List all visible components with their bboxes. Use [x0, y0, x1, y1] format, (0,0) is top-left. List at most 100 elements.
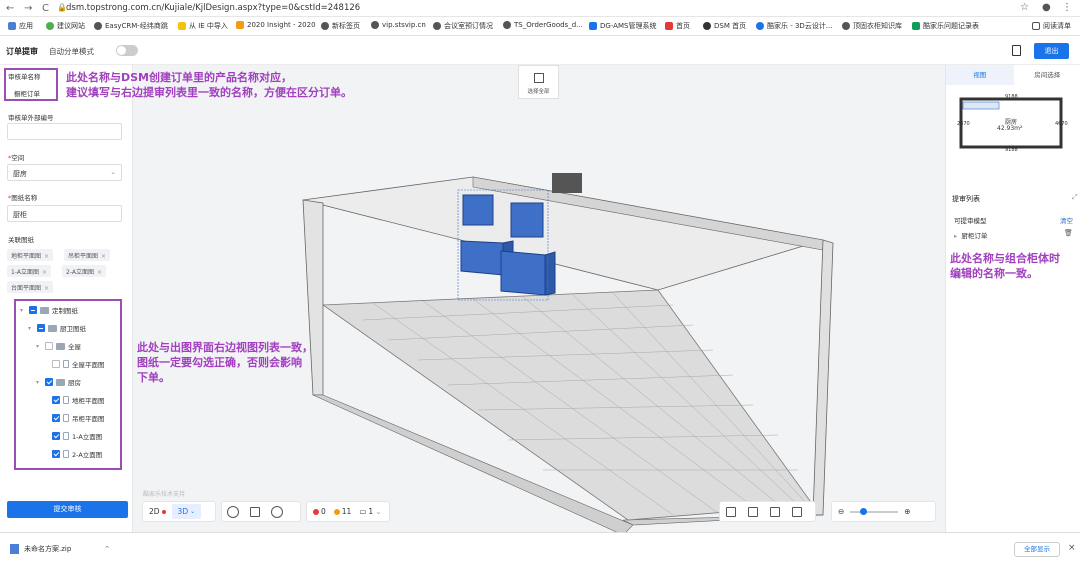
auto-split-label: 自动分单模式 — [49, 47, 94, 56]
annotation-2: 此处与出图界面右边视图列表一致， 图纸一定要勾选正确，否则会影响 下单。 — [137, 341, 313, 384]
drawing-name-input[interactable]: 厨柜 — [7, 205, 122, 222]
bookmark-apps[interactable]: 应用 — [8, 21, 33, 31]
chevron-up-icon[interactable]: ⌃ — [104, 545, 110, 553]
bookmark-item[interactable]: 会议室预订情况 — [433, 21, 493, 31]
bookmark-item[interactable]: 从 IE 中导入 — [178, 21, 228, 31]
globe-icon — [433, 22, 441, 30]
zoom-out-icon[interactable]: ⊖ — [832, 507, 850, 516]
right-tabs: 视图 房间选择 — [946, 65, 1080, 85]
dim-left: 2870 — [957, 121, 970, 127]
download-item[interactable]: 未命名方案.zip ⌃ — [10, 544, 110, 554]
tool-group — [221, 501, 301, 522]
view-2d-button[interactable]: 2D — [143, 507, 172, 516]
page-title: 订单提审 — [6, 47, 38, 56]
apps-icon — [8, 22, 16, 30]
back-icon[interactable]: ← — [6, 3, 14, 14]
bookmark-item[interactable]: 酷家乐 - 3D云设计... — [756, 21, 833, 31]
profile-icon[interactable]: ● — [1042, 2, 1051, 13]
folder-icon — [178, 22, 186, 30]
ext-id-input[interactable] — [7, 123, 122, 140]
download-bar: 未命名方案.zip ⌃ 全部显示 × — [0, 532, 1080, 563]
page-count[interactable]: ▭ 1 ⌄ — [353, 507, 387, 516]
related-drawings-label: 关联图纸 — [8, 236, 34, 244]
globe-icon — [321, 22, 329, 30]
review-list-item[interactable]: ▸ 厨柜订单 — [954, 230, 987, 240]
error-count[interactable]: 0 — [307, 507, 332, 516]
bookmark-item[interactable]: DG-AMS管理系统 — [589, 21, 656, 31]
forward-icon[interactable]: → — [24, 3, 32, 14]
review-list-sub: 可提审模型 — [954, 217, 987, 225]
show-all-button[interactable]: 全部显示 — [1014, 542, 1060, 557]
chevron-down-icon: ⌄ — [110, 168, 116, 176]
bookmark-item[interactable]: 建议网站 — [46, 21, 85, 31]
close-icon[interactable]: × — [1068, 543, 1076, 553]
bookmark-item[interactable]: 2020 Insight - 2020 — [236, 21, 316, 29]
watermark: 酷家乐技术支持 — [143, 491, 186, 498]
menu-icon[interactable]: ⋮ — [1062, 2, 1072, 13]
drawing-tag[interactable]: 台面平面图 × — [7, 281, 54, 293]
status-group: 0 11 ▭ 1 ⌄ — [306, 501, 390, 522]
globe-icon — [842, 22, 850, 30]
kitchen-3d-scene — [302, 176, 834, 532]
globe-icon — [94, 22, 102, 30]
bookmark-item[interactable]: vip.stsvip.cn — [371, 21, 426, 29]
bookmark-item[interactable]: TS_OrderGoods_d... — [503, 21, 583, 29]
star-icon[interactable]: ☆ — [1020, 2, 1029, 13]
3d-canvas[interactable]: 选择全部 酷家乐技术支持 2D 3D ⌄ 0 11 ▭ 1 ⌄ ⊖ ⊕ — [133, 65, 945, 532]
expand-icon[interactable]: ⤢ — [1072, 193, 1078, 202]
reload-icon[interactable]: C — [42, 3, 49, 14]
drawing-tag[interactable]: 地柜平面图 × — [7, 249, 54, 261]
bookmark-item[interactable]: EasyCRM-经纬商跳 — [94, 21, 168, 31]
bookmark-item[interactable]: 新标签页 — [321, 21, 360, 31]
tab-view[interactable]: 视图 — [946, 65, 1014, 85]
ext-id-label: 审核单外部编号 — [8, 114, 54, 122]
drawing-tag[interactable]: 吊柜平面图 × — [64, 249, 111, 261]
capture-icon[interactable] — [748, 506, 758, 517]
globe-icon — [503, 21, 511, 29]
snapshot-icon[interactable] — [770, 506, 780, 517]
drawing-tag[interactable]: 1-A立面图 × — [7, 265, 51, 277]
dim-bottom: 9188 — [1005, 147, 1018, 153]
review-list-title: 提审列表 — [952, 195, 980, 203]
camera-button[interactable] — [552, 173, 582, 193]
tool-icon[interactable] — [726, 506, 736, 517]
clear-button[interactable]: 清空 — [1060, 215, 1073, 225]
annotation-1: 此处名称与DSM创建订单里的产品名称对应， 建议填写与右边提审列表里一致的名称，… — [66, 71, 352, 99]
dim-right: 4670 — [1055, 121, 1068, 127]
bookmark-item[interactable]: 顶固衣柜知识库 — [842, 21, 902, 31]
layers-icon[interactable] — [250, 506, 260, 517]
home-logo-icon — [665, 22, 673, 30]
fit-view-icon[interactable] — [792, 506, 802, 517]
auto-split-toggle[interactable] — [116, 45, 138, 56]
tab-room-select[interactable]: 房间选择 — [1014, 65, 1080, 85]
warning-icon — [333, 508, 340, 515]
bookmark-item[interactable]: DSM 首页 — [703, 21, 746, 31]
browser-toolbar: ← → C 🔒 dsm.topstrong.com.cn/Kujiale/Kjl… — [0, 0, 1080, 17]
view-3d-button[interactable]: 3D ⌄ — [171, 504, 202, 519]
ams-icon — [589, 22, 597, 30]
dsm-icon — [703, 22, 711, 30]
site-icon — [46, 22, 54, 30]
address-bar[interactable]: dsm.topstrong.com.cn/Kujiale/KjlDesign.a… — [66, 3, 360, 13]
warning-count[interactable]: 11 — [332, 507, 354, 516]
camera-tools — [719, 501, 816, 522]
zip-file-icon — [10, 544, 19, 554]
zoom-in-icon[interactable]: ⊕ — [898, 507, 916, 516]
bookmark-item[interactable]: 酷家乐问题记录表 — [912, 21, 979, 31]
drawing-name-label: *图纸名称 — [8, 194, 38, 202]
bookmark-item[interactable]: 首页 — [665, 21, 690, 31]
space-select[interactable]: 厨房 ⌄ — [7, 164, 122, 181]
submit-review-button[interactable]: 提交审核 — [7, 501, 128, 518]
zoom-slider[interactable] — [850, 507, 899, 515]
compass-icon[interactable] — [271, 505, 283, 518]
eye-icon[interactable] — [227, 505, 239, 518]
floor-plan-thumbnail[interactable]: 9188 9188 2870 4670 厨房 42.93m² — [957, 93, 1068, 153]
drawing-tag[interactable]: 2-A立面图 × — [62, 265, 106, 277]
trash-icon[interactable]: 🗑 — [1064, 229, 1073, 237]
clipboard-icon[interactable] — [1012, 45, 1021, 56]
right-panel: 视图 房间选择 9188 9188 2870 4670 厨房 42.93m² 提… — [945, 65, 1080, 532]
globe-icon — [371, 21, 379, 29]
highlight-review-name — [4, 68, 58, 101]
reading-list[interactable]: 阅读清单 — [1032, 21, 1071, 31]
exit-button[interactable]: 退出 — [1034, 43, 1069, 59]
